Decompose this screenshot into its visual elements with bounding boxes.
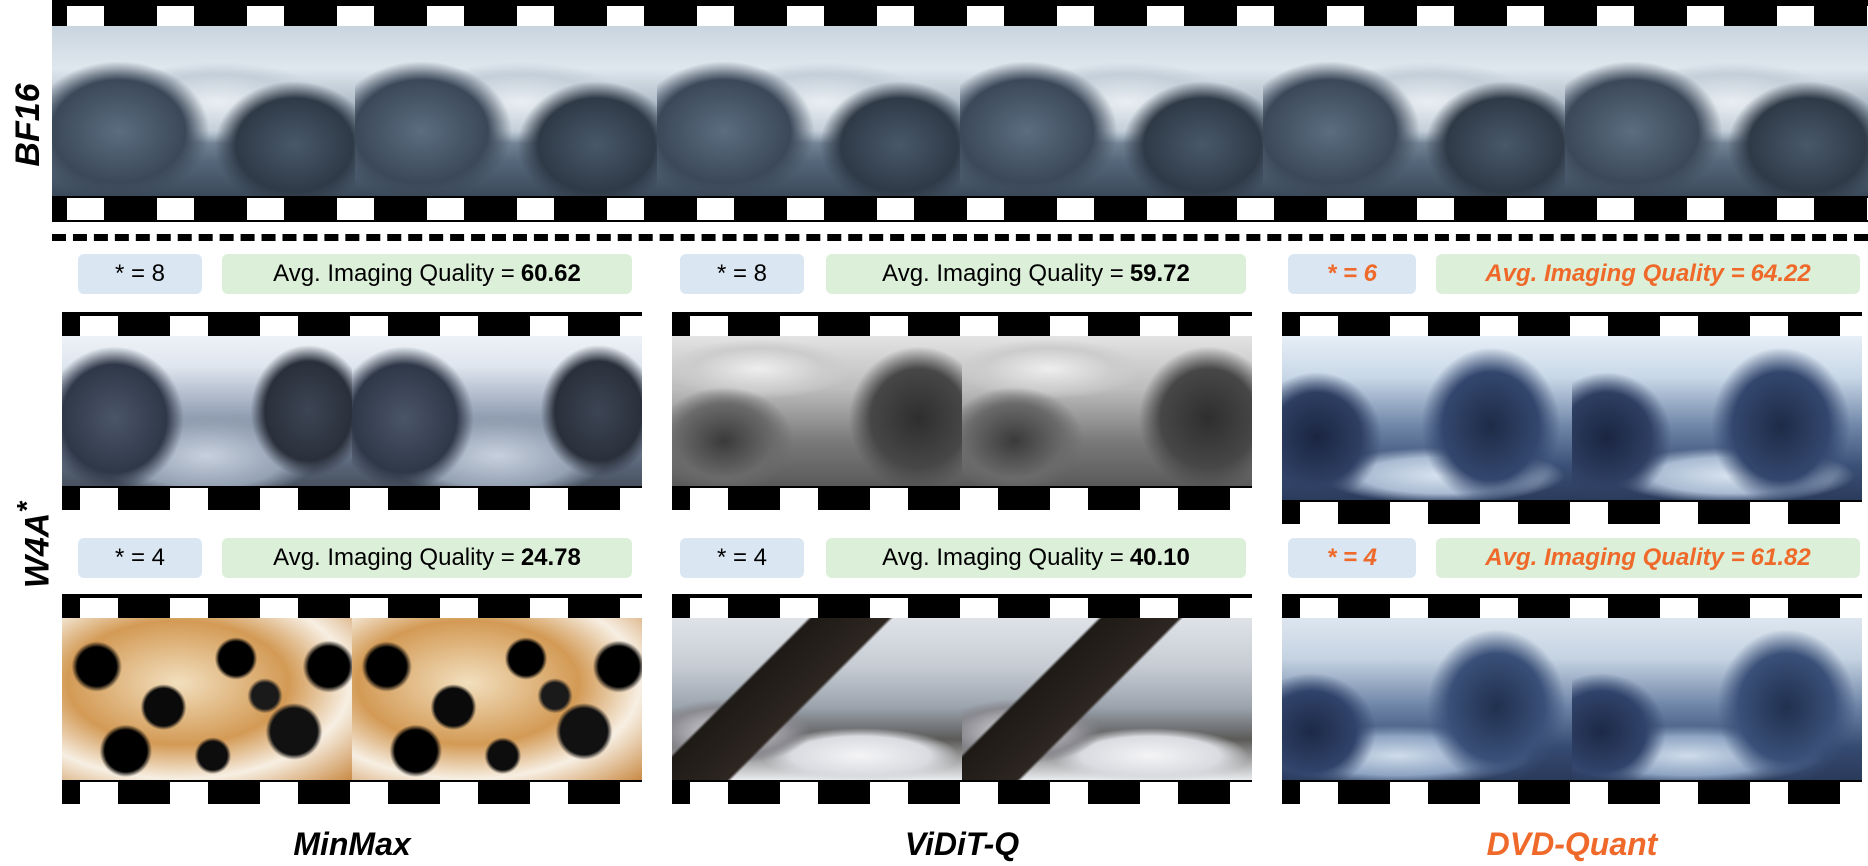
- video-frame: [672, 336, 962, 486]
- method-label-vidit-q: ViDiT-Q: [904, 826, 1020, 862]
- section-divider: [52, 234, 1868, 241]
- film-strip-minmax-w4a4: [62, 594, 642, 804]
- quality-badge: Avg. Imaging Quality = 64.22: [1436, 254, 1860, 294]
- film-frames: [52, 26, 1868, 196]
- film-frames: [1282, 336, 1862, 500]
- film-perforations-bottom: [62, 782, 642, 804]
- film-perforations-bottom: [52, 198, 1868, 220]
- film-strip-bf16: [52, 0, 1868, 222]
- quality-value: 59.72: [1129, 260, 1190, 287]
- film-perforations-top: [62, 316, 642, 338]
- bits-badge: * = 8: [680, 254, 804, 294]
- film-frames: [672, 618, 1252, 780]
- film-perforations-bottom: [62, 488, 642, 510]
- video-frame: [62, 336, 352, 486]
- film-frames: [672, 336, 1252, 486]
- video-frame: [962, 618, 1252, 780]
- film-perforations-top: [1282, 316, 1862, 338]
- film-frames: [62, 336, 642, 486]
- film-perforations-top: [62, 598, 642, 620]
- film-perforations-top: [672, 598, 1252, 620]
- quality-value: 60.62: [520, 260, 581, 287]
- film-perforations-bottom: [1282, 502, 1862, 524]
- quality-badge: Avg. Imaging Quality = 59.72: [826, 254, 1246, 294]
- quality-label: Avg. Imaging Quality =: [273, 544, 515, 571]
- quality-badge: Avg. Imaging Quality = 60.62: [222, 254, 632, 294]
- quality-label: Avg. Imaging Quality =: [1485, 544, 1745, 571]
- video-frame: [1572, 336, 1862, 500]
- film-perforations-bottom: [1282, 782, 1862, 804]
- video-frame: [1572, 618, 1862, 780]
- method-label-minmax: MinMax: [293, 826, 411, 862]
- row-label-w4a-suffix: *: [11, 501, 42, 513]
- film-frames: [62, 618, 642, 780]
- quality-value: 24.78: [520, 544, 581, 571]
- film-strip-dvd-quant-w4a6: [1282, 312, 1862, 524]
- quality-value: 64.22: [1750, 260, 1811, 287]
- film-perforations-bottom: [672, 782, 1252, 804]
- film-perforations-top: [1282, 598, 1862, 620]
- film-perforations-bottom: [672, 488, 1252, 510]
- video-frame: [960, 26, 1263, 196]
- video-frame: [657, 26, 961, 196]
- film-perforations-top: [52, 6, 1868, 28]
- bits-badge: * = 4: [78, 538, 202, 578]
- video-frame: [1565, 26, 1868, 196]
- video-frame: [352, 336, 642, 486]
- quality-badge: Avg. Imaging Quality = 24.78: [222, 538, 632, 578]
- video-frame: [1282, 336, 1572, 500]
- row-label-w4a-prefix: W4A: [18, 512, 57, 589]
- bits-badge: * = 4: [1288, 538, 1416, 578]
- row-label-bf16: BF16: [9, 83, 47, 167]
- video-frame: [352, 618, 642, 780]
- film-strip-vidit-w4a4: [672, 594, 1252, 804]
- video-frame: [672, 618, 962, 780]
- film-frames: [1282, 618, 1862, 780]
- film-strip-vidit-w4a8: [672, 312, 1252, 510]
- video-frame: [1282, 618, 1572, 780]
- video-frame: [62, 618, 352, 780]
- video-frame: [354, 26, 658, 196]
- video-frame: [1262, 26, 1566, 196]
- quality-badge: Avg. Imaging Quality = 61.82: [1436, 538, 1860, 578]
- quality-label: Avg. Imaging Quality =: [882, 544, 1124, 571]
- quality-badge: Avg. Imaging Quality = 40.10: [826, 538, 1246, 578]
- bits-badge: * = 6: [1288, 254, 1416, 294]
- film-strip-dvd-quant-w4a4: [1282, 594, 1862, 804]
- method-label-dvd-quant: DVD-Quant: [1486, 826, 1658, 862]
- quality-value: 40.10: [1129, 544, 1190, 571]
- video-frame: [52, 26, 355, 196]
- quality-label: Avg. Imaging Quality =: [1485, 260, 1745, 287]
- quality-label: Avg. Imaging Quality =: [273, 260, 515, 287]
- film-strip-minmax-w4a8: [62, 312, 642, 510]
- bits-badge: * = 4: [680, 538, 804, 578]
- quality-value: 61.82: [1750, 544, 1811, 571]
- video-frame: [962, 336, 1252, 486]
- film-perforations-top: [672, 316, 1252, 338]
- quality-label: Avg. Imaging Quality =: [882, 260, 1124, 287]
- bits-badge: * = 8: [78, 254, 202, 294]
- row-label-w4a: W4A*: [2, 465, 56, 625]
